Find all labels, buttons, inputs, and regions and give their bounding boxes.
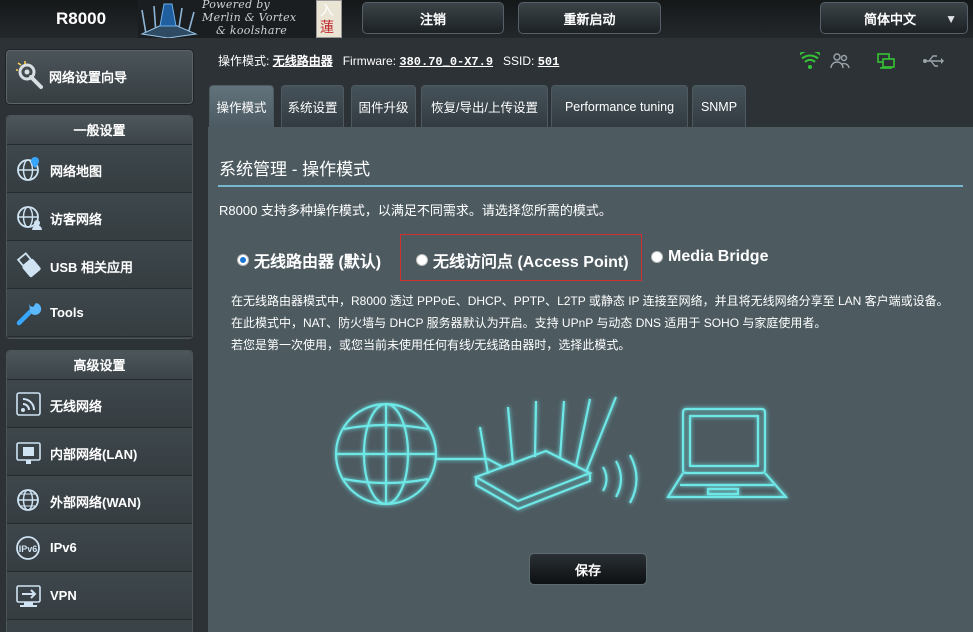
sidebar-item-network-map[interactable]: 网络地图 — [7, 145, 192, 193]
sidebar-item-wireless[interactable]: 无线网络 — [7, 380, 192, 428]
cable-line — [436, 457, 504, 468]
tab-performance-tuning[interactable]: Performance tuning — [551, 85, 688, 127]
quick-setup-button[interactable]: 网络设置向导 — [6, 50, 193, 104]
top-bar: R8000 Powered by Merlin & Vortex & kools… — [0, 0, 973, 38]
radio-selected-icon — [237, 254, 249, 266]
radio-unselected-icon — [416, 254, 428, 266]
main-content-panel: 系统管理 - 操作模式 R8000 支持多种操作模式，以满足不同需求。请选择您所… — [208, 127, 973, 632]
page-title: 系统管理 - 操作模式 — [219, 160, 371, 179]
sidebar-item-lan[interactable]: 内部网络(LAN) — [7, 428, 192, 476]
advanced-settings-title: 高级设置 — [7, 351, 192, 380]
guest-globe-icon — [17, 206, 42, 230]
advanced-settings-section: 高级设置 无线网络 内部网络(LAN) 外部网络(WAN) IPv6 IPv6 … — [6, 350, 193, 632]
quick-setup-label: 网络设置向导 — [49, 70, 128, 85]
ssid-value-link[interactable]: 501 — [538, 55, 560, 69]
firmware-label: Firmware: — [342, 54, 397, 68]
globe-map-icon — [17, 157, 39, 181]
tab-snmp[interactable]: SNMP — [692, 85, 746, 127]
laptop-icon — [666, 407, 789, 499]
firmware-value-link[interactable]: 380.70_0-X7.9 — [399, 55, 493, 69]
users-icon[interactable] — [830, 52, 850, 70]
mode-radio-media-bridge[interactable]: Media Bridge — [651, 248, 768, 266]
wireless-icon — [16, 392, 41, 416]
network-icon[interactable] — [876, 52, 896, 70]
mode-radio-access-point[interactable]: 无线访问点 (Access Point) — [416, 248, 629, 272]
general-settings-title: 一般设置 — [7, 116, 192, 145]
sidebar-item-label: 外部网络(WAN) — [50, 495, 141, 510]
chevron-down-icon: ▼ — [945, 12, 957, 26]
lan-icon — [16, 442, 41, 464]
sidebar-item-label: 网络地图 — [50, 164, 103, 179]
brand-logo: Powered by Merlin & Vortex & koolshare — [138, 0, 316, 38]
tab-firmware-upgrade[interactable]: 固件升级 — [351, 85, 416, 127]
sidebar-item-tools[interactable]: Tools — [7, 289, 192, 337]
koolshare-seal: 入 蓮 — [316, 0, 342, 38]
seal-char-2: 蓮 — [320, 20, 334, 36]
title-divider — [218, 185, 963, 187]
mode-radio-label: Media Bridge — [668, 248, 769, 265]
sidebar-item-wan[interactable]: 外部网络(WAN) — [7, 476, 192, 524]
brand-line-1: Powered by — [202, 0, 271, 11]
sidebar-item-ipv6[interactable]: IPv6 IPv6 — [7, 524, 192, 572]
mode-description: 在无线路由器模式中，R8000 透过 PPPoE、DHCP、PPTP、L2TP … — [231, 290, 951, 356]
intro-text: R8000 支持多种操作模式，以满足不同需求。请选择您所需的模式。 — [219, 203, 612, 218]
tab-restore-save-upload[interactable]: 恢复/导出/上传设置 — [421, 85, 548, 127]
mode-radio-label: 无线访问点 (Access Point) — [433, 254, 629, 271]
mode-label: 操作模式: — [218, 54, 270, 68]
status-line: 操作模式: 无线路由器 Firmware: 380.70_0-X7.9 SSID… — [218, 52, 559, 69]
sidebar-item-label: IPv6 — [50, 540, 77, 555]
ssid-label: SSID: — [503, 54, 535, 68]
description-line: 在此模式中，NAT、防火墙与 DHCP 服务器默认为开启。支持 UPnP 与动态… — [231, 316, 827, 330]
router-icon — [473, 396, 618, 511]
radio-unselected-icon — [651, 251, 663, 263]
sidebar-item-guest-network[interactable]: 访客网络 — [7, 193, 192, 241]
model-name: R8000 — [56, 9, 107, 28]
reboot-button[interactable]: 重新启动 — [518, 2, 661, 34]
vpn-icon — [16, 585, 41, 607]
mode-radio-label: 无线路由器 (默认) — [254, 254, 382, 271]
wrench-icon — [16, 303, 42, 326]
usb-icon — [16, 252, 41, 278]
internet-globe-icon — [334, 402, 438, 506]
seal-char-1: 入 — [320, 3, 334, 19]
save-button[interactable]: 保存 — [529, 553, 647, 585]
usb-status-icon[interactable] — [922, 52, 944, 70]
sidebar-item-label: VPN — [50, 588, 77, 603]
sidebar-item-label: 访客网络 — [50, 212, 103, 227]
mode-radio-router[interactable]: 无线路由器 (默认) — [237, 248, 381, 272]
description-line: 若您是第一次使用，或您当前未使用任何有线/无线路由器时，选择此模式。 — [231, 338, 631, 352]
sidebar-item-label: USB 相关应用 — [50, 260, 134, 275]
svg-text:IPv6: IPv6 — [19, 544, 38, 554]
sidebar-item-usb-apps[interactable]: USB 相关应用 — [7, 241, 192, 289]
wifi-icon[interactable] — [800, 52, 820, 70]
mode-value-link[interactable]: 无线路由器 — [273, 54, 333, 68]
language-select[interactable]: 简体中文 ▼ — [820, 2, 968, 34]
wireless-waves-icon — [602, 454, 638, 504]
ipv6-icon: IPv6 — [16, 536, 40, 560]
wand-icon — [16, 61, 43, 89]
brand-text: Powered by Merlin & Vortex & koolshare — [202, 0, 296, 37]
sidebar-item-label: Tools — [50, 305, 84, 320]
brand-line-3: & koolshare — [216, 24, 288, 37]
general-settings-section: 一般设置 网络地图 访客网络 USB 相关应用 Tools — [6, 115, 193, 339]
logout-button[interactable]: 注销 — [362, 2, 504, 34]
tab-operation-mode[interactable]: 操作模式 — [209, 85, 274, 127]
brand-line-2: Merlin & Vortex — [202, 11, 297, 24]
tab-system[interactable]: 系统设置 — [281, 85, 344, 127]
router-mode-illustration — [334, 396, 789, 511]
description-line: 在无线路由器模式中，R8000 透过 PPPoE、DHCP、PPTP、L2TP … — [231, 294, 949, 308]
sidebar-item-vpn[interactable]: VPN — [7, 572, 192, 620]
wan-globe-icon — [17, 489, 39, 511]
sidebar-item-label: 内部网络(LAN) — [50, 447, 138, 462]
sidebar-item-label: 无线网络 — [50, 399, 103, 414]
language-label: 简体中文 — [864, 11, 917, 27]
